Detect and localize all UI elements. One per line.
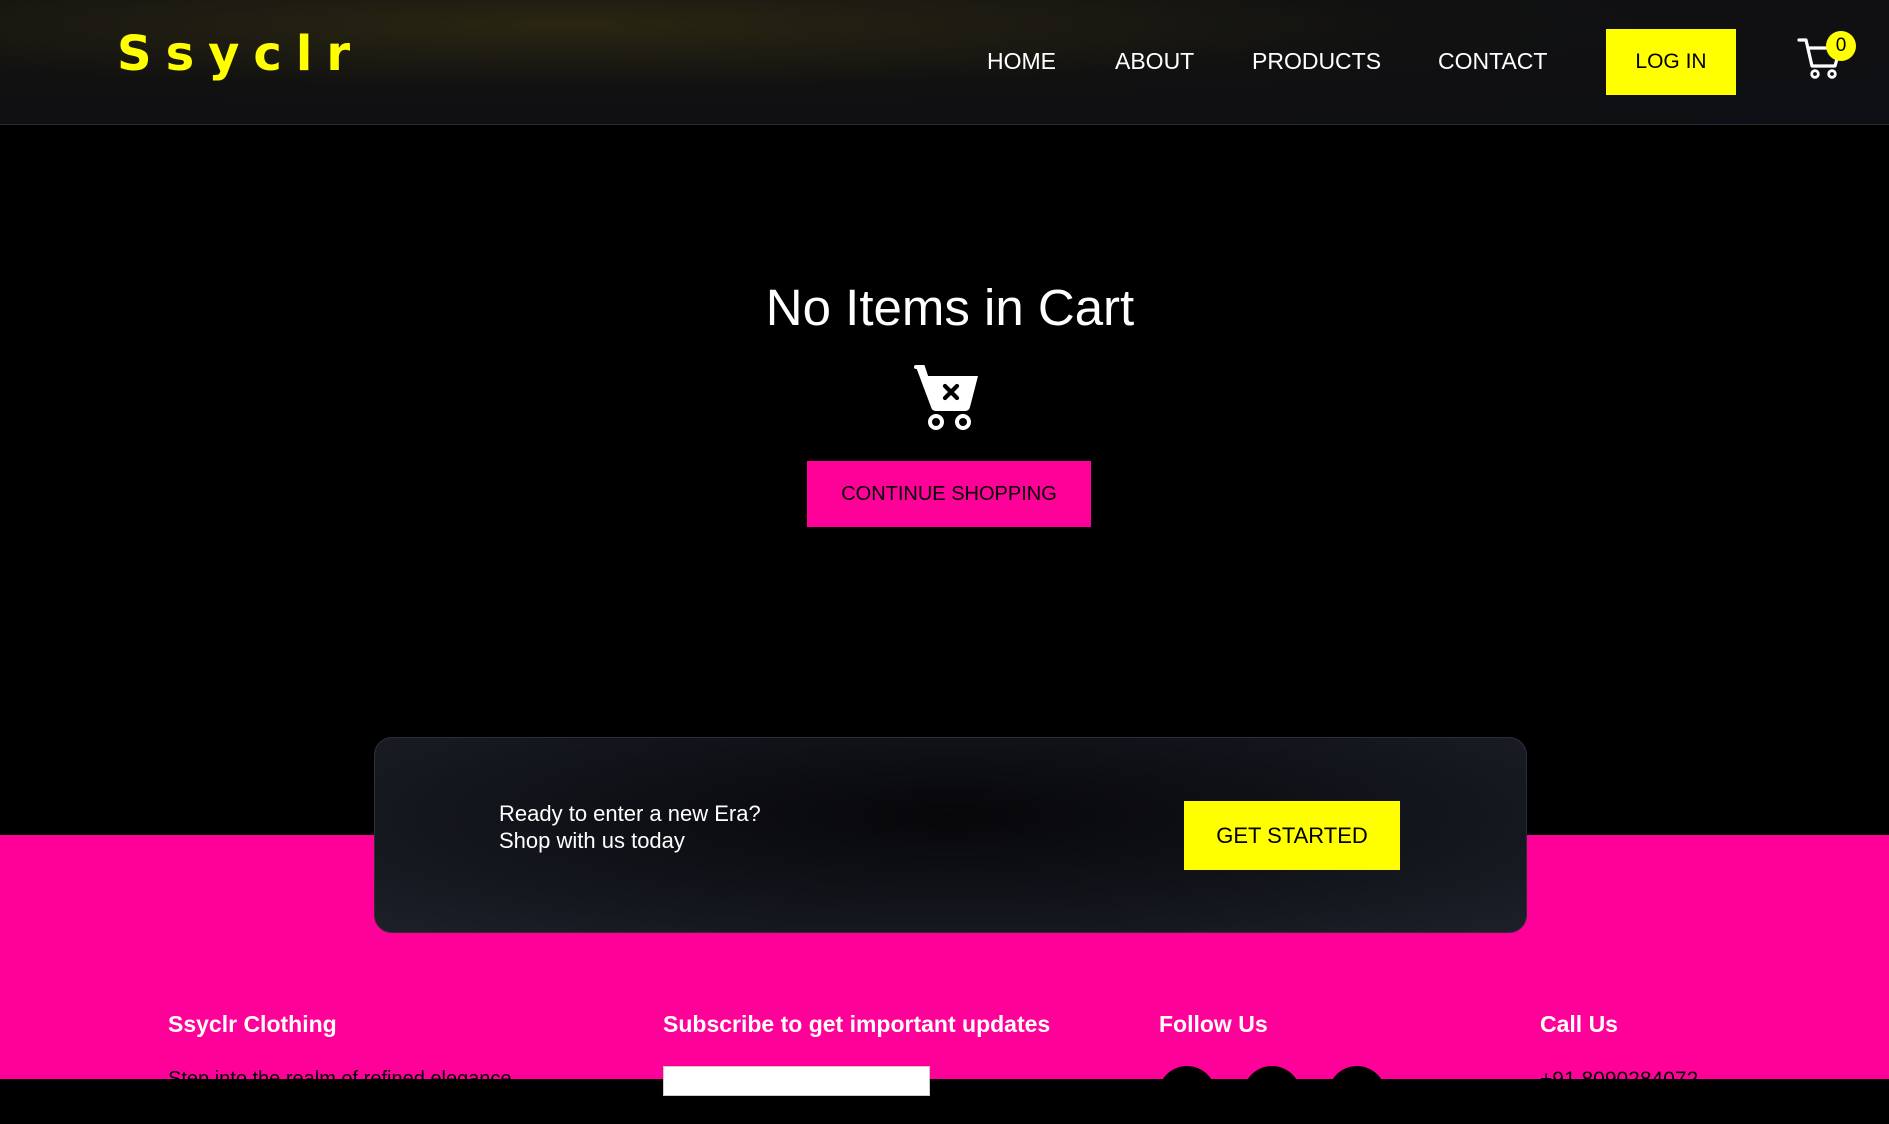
social-icon-3[interactable] [1328, 1066, 1386, 1124]
cart-count-badge: 0 [1826, 31, 1856, 61]
nav-products[interactable]: PRODUCTS [1252, 48, 1381, 75]
login-button[interactable]: LOG IN [1606, 29, 1736, 95]
cta-text: Ready to enter a new Era? Shop with us t… [499, 800, 761, 854]
cta-line-2: Shop with us today [499, 828, 685, 853]
logo[interactable]: Ssyclr [117, 26, 364, 82]
footer-phone-number[interactable]: +91 8090284072 [1540, 1068, 1698, 1092]
empty-cart-icon [914, 365, 978, 430]
footer-call-heading: Call Us [1540, 1011, 1618, 1037]
nav-about[interactable]: ABOUT [1115, 48, 1194, 75]
site-header: Ssyclr HOME ABOUT PRODUCTS CONTACT LOG I… [0, 0, 1889, 125]
footer-brand-description: Step into the realm of refined elegance [168, 1068, 512, 1090]
social-icon-1[interactable] [1158, 1066, 1216, 1124]
nav-home[interactable]: HOME [987, 48, 1056, 75]
subscribe-email-input[interactable] [663, 1066, 930, 1096]
footer-subscribe-heading: Subscribe to get important updates [663, 1011, 1051, 1037]
get-started-button[interactable]: GET STARTED [1184, 801, 1400, 870]
footer-follow-heading: Follow Us [1159, 1011, 1268, 1037]
footer-brand-heading: Ssyclr Clothing [168, 1011, 337, 1037]
continue-shopping-button[interactable]: CONTINUE SHOPPING [807, 461, 1091, 527]
nav-contact[interactable]: CONTACT [1438, 48, 1547, 75]
empty-cart-title: No Items in Cart [765, 279, 1135, 336]
social-icon-2[interactable] [1243, 1066, 1301, 1124]
cta-line-1: Ready to enter a new Era? [499, 801, 761, 826]
